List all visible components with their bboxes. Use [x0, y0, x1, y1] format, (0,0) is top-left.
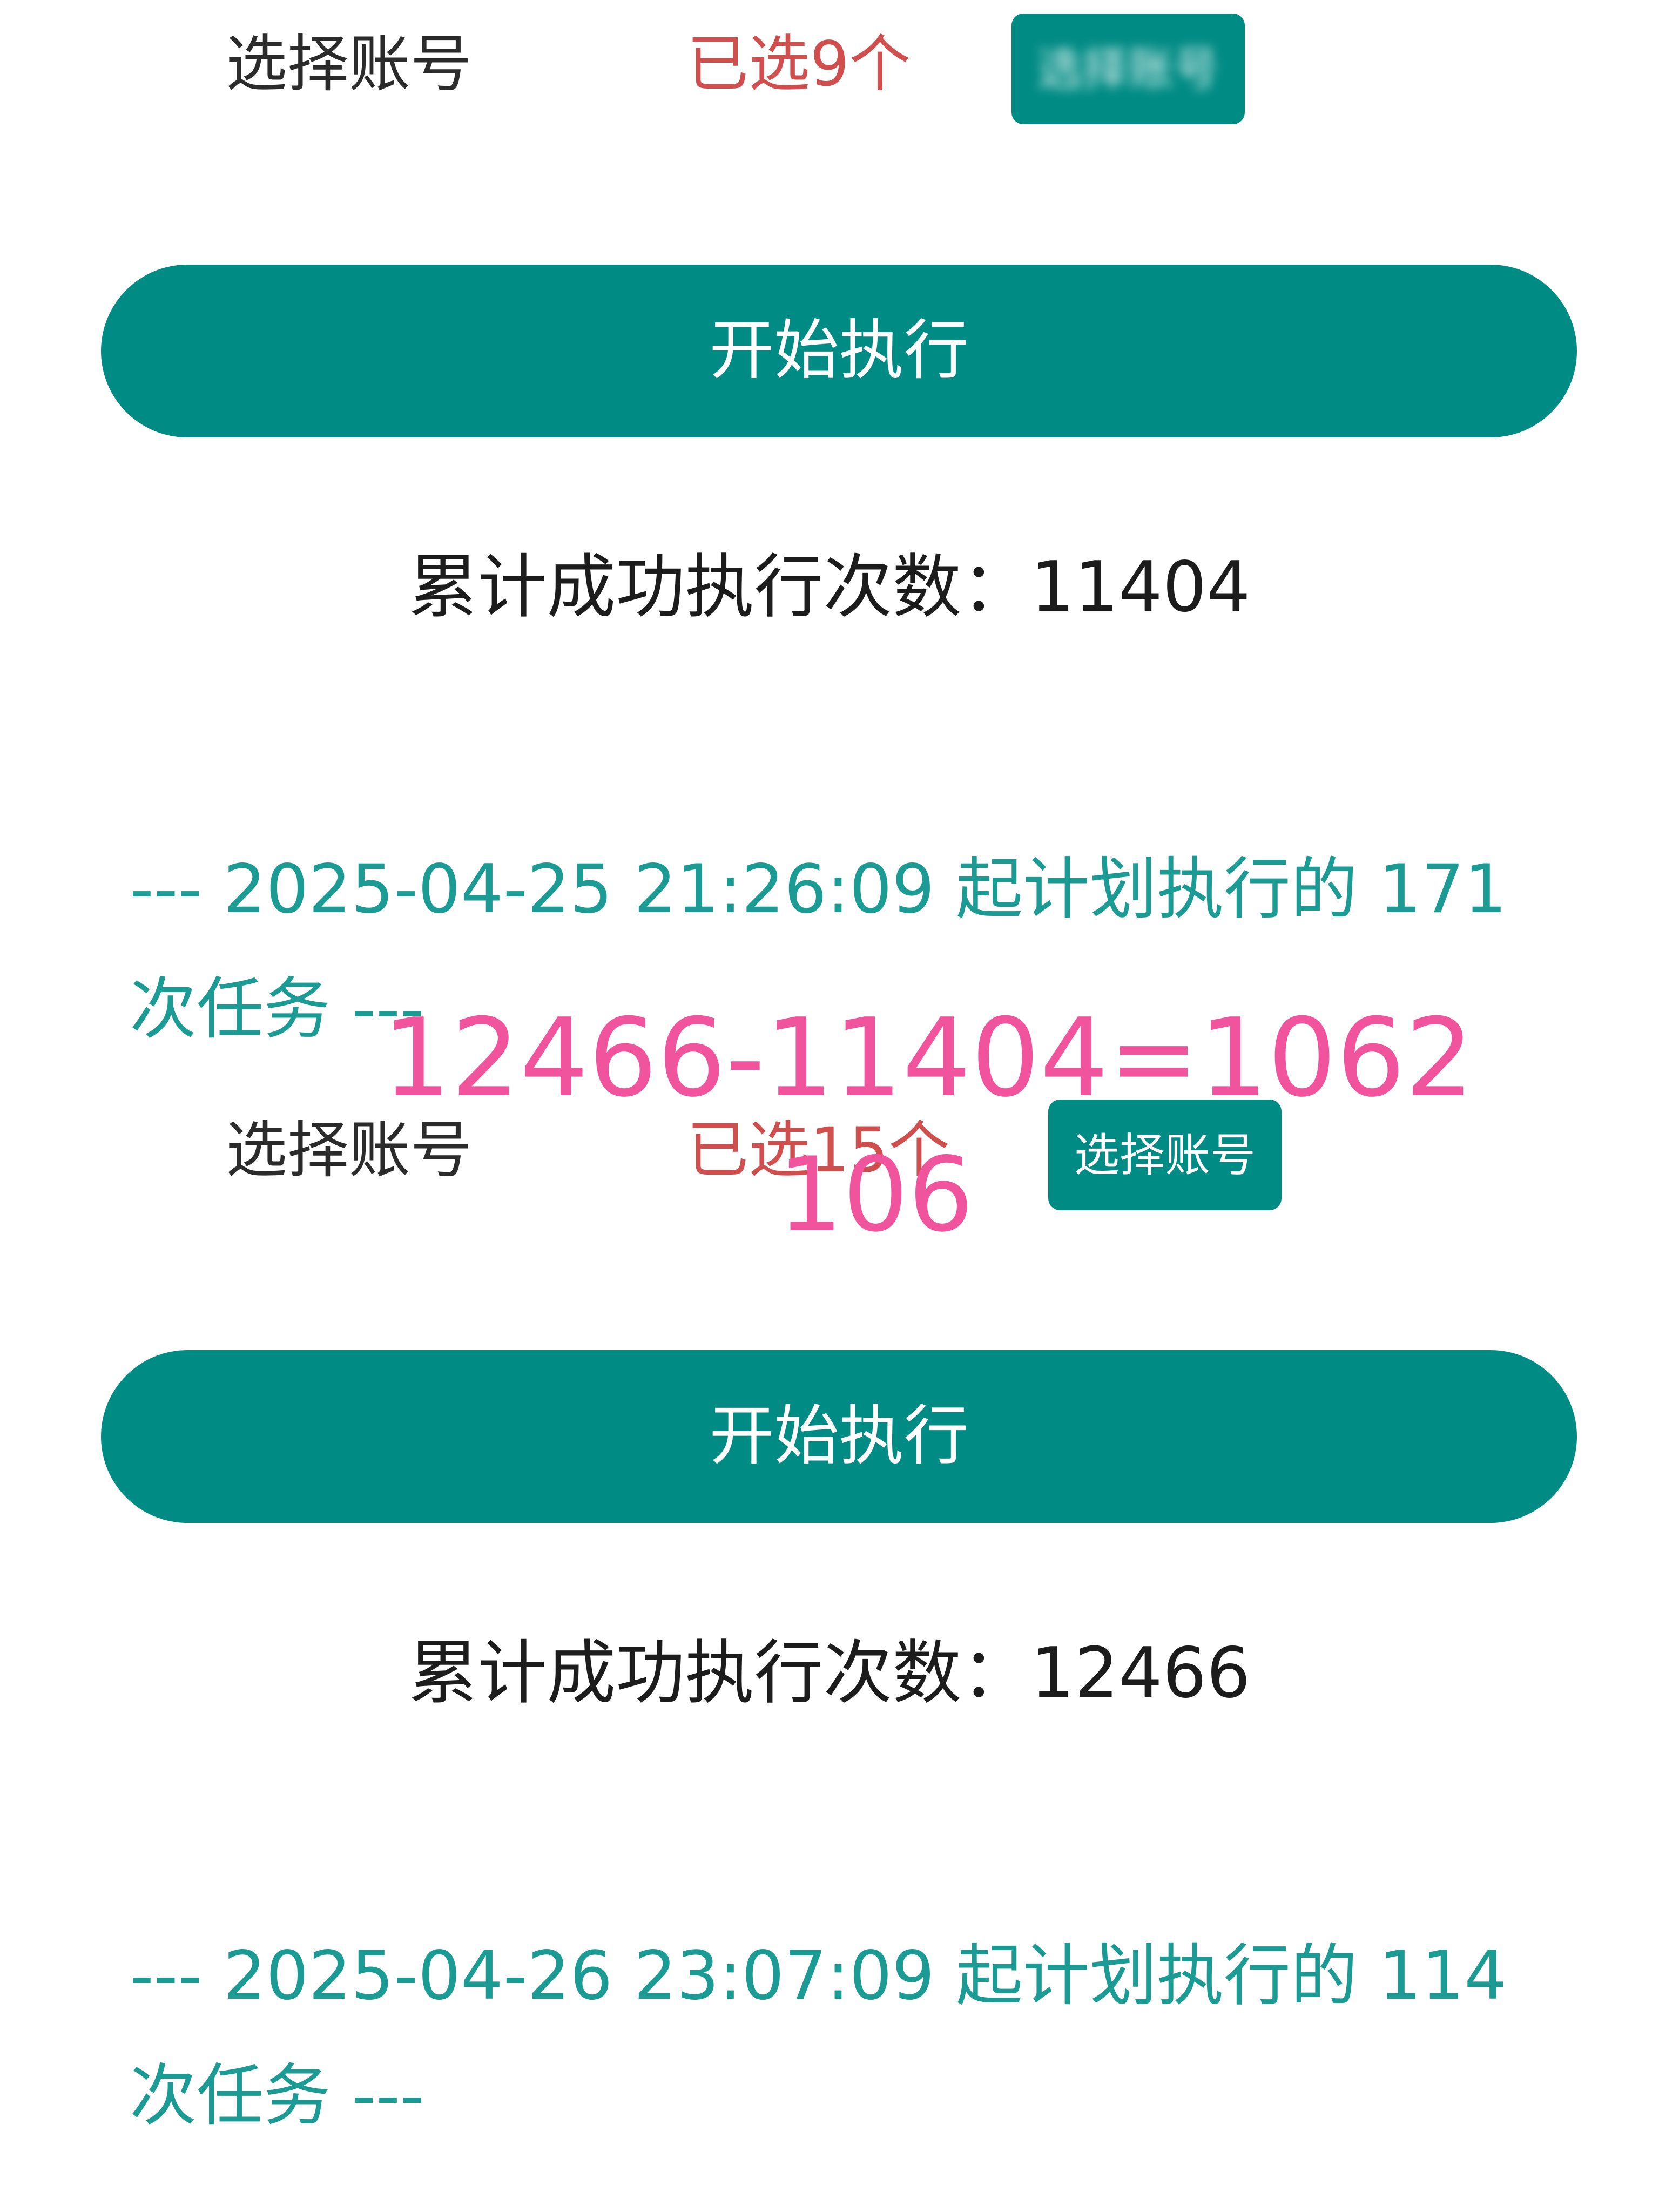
difference-equation: 12466-11404=1062 — [382, 995, 1474, 1121]
task-log-line-1: --- 2025-04-25 21:26:09 起计划执行的 171 — [130, 851, 1507, 928]
account-label: 选择账号 — [226, 1114, 473, 1186]
success-count: 累计成功执行次数：12466 — [408, 1633, 1251, 1714]
select-account-button[interactable]: 选择账号 — [1011, 14, 1245, 124]
task-log-line-1: --- 2025-04-26 23:07:09 起计划执行的 114 — [130, 1937, 1507, 2015]
start-execution-button[interactable]: 开始执行 — [101, 265, 1577, 437]
account-label: 选择账号 — [226, 28, 473, 100]
difference-result: 106 — [778, 1135, 974, 1255]
task-log: --- 2025-04-26 23:07:09 起计划执行的 114 次任务 -… — [130, 1916, 1507, 2156]
select-account-button-label: 选择账号 — [1037, 42, 1219, 96]
task-log-line-2: 次任务 --- — [130, 2057, 424, 2135]
start-execution-button[interactable]: 开始执行 — [101, 1350, 1577, 1523]
success-count: 累计成功执行次数：11404 — [408, 547, 1251, 628]
selected-count: 已选9个 — [687, 28, 911, 100]
select-account-button-label: 选择账号 — [1074, 1128, 1256, 1182]
